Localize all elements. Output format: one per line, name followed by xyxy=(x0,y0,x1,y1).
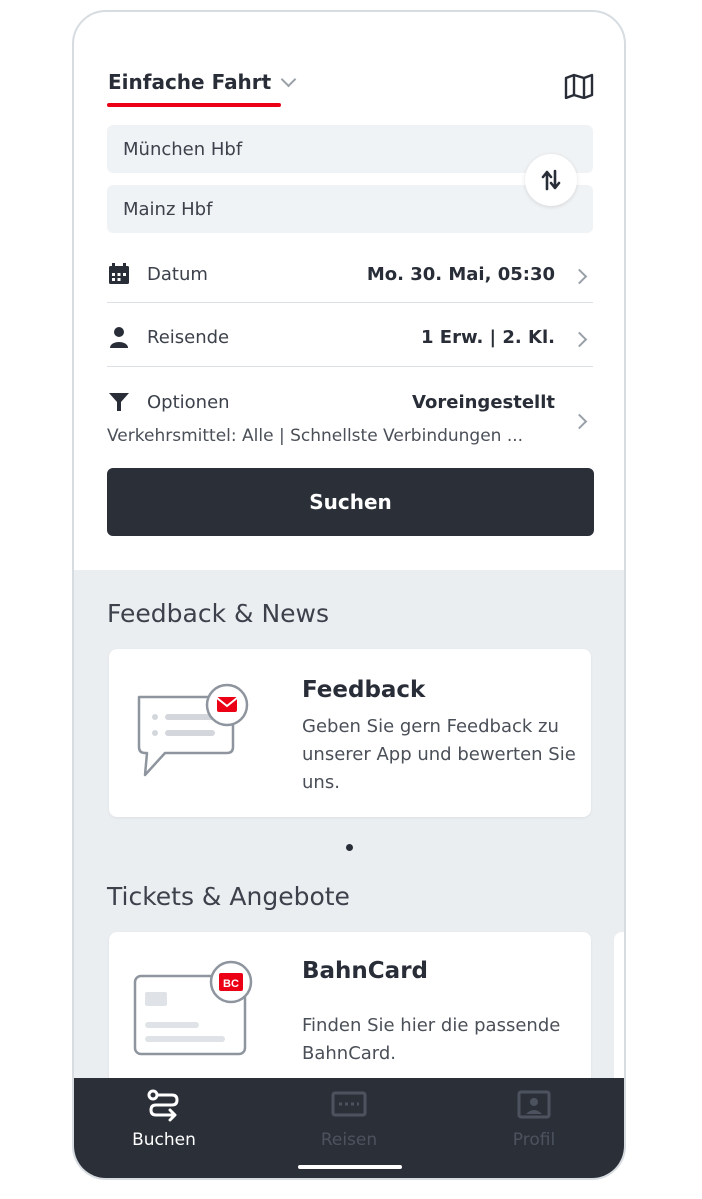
optionen-row[interactable]: Optionen Voreingestellt Verkehrsmittel: … xyxy=(107,384,593,454)
next-card-peek[interactable] xyxy=(614,932,624,1092)
swap-stations-button[interactable] xyxy=(525,154,577,206)
feedback-section-title: Feedback & News xyxy=(107,599,329,628)
bahncard-badge: BC xyxy=(223,978,239,990)
nav-label-profil: Profil xyxy=(512,1130,556,1150)
nav-item-profil[interactable]: Profil xyxy=(474,1088,594,1150)
reisende-value: 1 Erw. | 2. Kl. xyxy=(421,327,555,348)
home-indicator[interactable] xyxy=(298,1165,402,1169)
chat-mail-icon xyxy=(137,683,249,777)
trip-type-underline xyxy=(107,103,281,107)
ticket-icon xyxy=(331,1091,367,1117)
bahncard-card-title: BahnCard xyxy=(302,958,429,984)
search-button[interactable]: Suchen xyxy=(107,468,594,536)
nav-label-reisen: Reisen xyxy=(320,1130,378,1150)
route-icon xyxy=(147,1089,179,1122)
nav-item-buchen[interactable]: Buchen xyxy=(104,1088,224,1150)
bahncard-icon: BC xyxy=(133,960,253,1056)
chevron-right-icon xyxy=(571,268,588,285)
carousel-dot[interactable] xyxy=(346,844,353,851)
calendar-icon xyxy=(109,263,129,284)
phone-frame: Einfache Fahrt München Hbf Mainz Hbf Dat… xyxy=(72,10,626,1180)
bahncard-card[interactable]: BC BahnCard Finden Sie hier die passende… xyxy=(109,932,591,1092)
divider xyxy=(107,302,593,303)
datum-label: Datum xyxy=(147,264,208,285)
nav-item-reisen[interactable]: Reisen xyxy=(289,1088,409,1150)
chevron-right-icon xyxy=(571,413,588,430)
trip-type-selector[interactable]: Einfache Fahrt xyxy=(108,70,297,94)
profile-icon xyxy=(517,1090,551,1119)
feedback-card-description: Geben Sie gern Feedback zu unserer App u… xyxy=(302,716,576,793)
nav-label-buchen: Buchen xyxy=(132,1130,196,1150)
map-icon[interactable] xyxy=(564,73,594,99)
datum-value: Mo. 30. Mai, 05:30 xyxy=(366,264,555,285)
chevron-down-icon xyxy=(280,71,297,87)
tickets-section-title: Tickets & Angebote xyxy=(107,882,350,911)
bahncard-card-description: Finden Sie hier die passende BahnCard. xyxy=(302,1015,561,1064)
bottom-navigation: Buchen Reisen Profil xyxy=(74,1078,624,1178)
feedback-card-title: Feedback xyxy=(302,677,426,703)
reisende-label: Reisende xyxy=(147,327,230,348)
origin-station-field[interactable]: München Hbf xyxy=(107,125,593,173)
person-icon xyxy=(110,327,128,348)
destination-station-field[interactable]: Mainz Hbf xyxy=(107,185,593,233)
divider xyxy=(107,366,593,367)
optionen-subtitle: Verkehrsmittel: Alle | Schnellste Verbin… xyxy=(107,426,524,446)
filter-icon xyxy=(109,393,129,411)
datum-row[interactable]: Datum Mo. 30. Mai, 05:30 xyxy=(107,256,593,296)
feedback-card[interactable]: Feedback Geben Sie gern Feedback zu unse… xyxy=(109,649,591,817)
chevron-right-icon xyxy=(571,331,588,348)
swap-arrows-icon xyxy=(541,169,561,191)
optionen-label: Optionen xyxy=(147,392,230,413)
optionen-value: Voreingestellt xyxy=(412,392,555,413)
reisende-row[interactable]: Reisende 1 Erw. | 2. Kl. xyxy=(107,319,593,359)
screen: Einfache Fahrt München Hbf Mainz Hbf Dat… xyxy=(74,12,624,1178)
trip-type-label: Einfache Fahrt xyxy=(108,70,272,94)
